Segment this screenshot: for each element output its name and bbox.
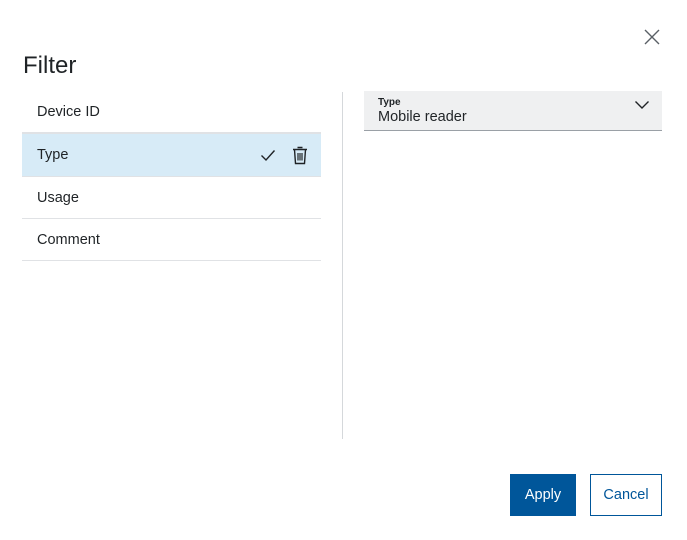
filter-item-label: Comment (37, 231, 100, 248)
type-select-label: Type (378, 97, 401, 108)
filter-item-label: Device ID (37, 103, 100, 120)
filter-item-device-id[interactable]: Device ID (22, 91, 321, 133)
trash-icon[interactable] (291, 146, 309, 165)
filter-item-label: Usage (37, 189, 79, 206)
check-icon[interactable] (259, 146, 277, 164)
chevron-down-icon (635, 101, 649, 109)
type-select[interactable]: Type Mobile reader (364, 91, 662, 131)
filter-item-comment[interactable]: Comment (22, 219, 321, 261)
apply-button[interactable]: Apply (510, 474, 576, 516)
filter-dialog: Filter Device ID Type Usage Comment Type… (0, 0, 687, 540)
cancel-button[interactable]: Cancel (590, 474, 662, 516)
filter-item-type[interactable]: Type (22, 133, 321, 177)
filter-item-usage[interactable]: Usage (22, 177, 321, 219)
filter-item-label: Type (37, 147, 69, 163)
close-button[interactable] (640, 25, 664, 49)
dialog-title: Filter (23, 52, 77, 79)
filter-item-actions (259, 146, 309, 165)
close-icon (644, 29, 660, 45)
panel-divider (342, 92, 343, 439)
type-select-value: Mobile reader (378, 109, 467, 125)
filter-list: Device ID Type Usage Comment (22, 91, 321, 261)
